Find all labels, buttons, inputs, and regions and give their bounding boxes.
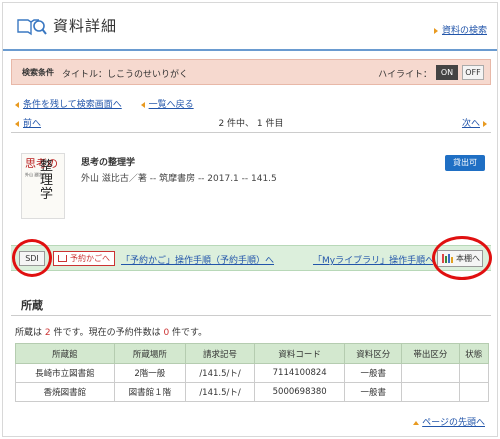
table-cell: 2階一般 xyxy=(113,363,186,383)
triangle-left-icon xyxy=(15,101,19,108)
summary-prefix: 所蔵は xyxy=(15,328,45,338)
record-title: 思考の整理学 xyxy=(81,158,136,168)
table-cell xyxy=(401,363,460,383)
column-header: 資料コード xyxy=(254,343,346,364)
sdi-highlight-circle xyxy=(12,239,52,277)
add-to-cart-button[interactable]: 予約かごへ xyxy=(53,251,115,266)
table-cell: 7114100824 xyxy=(254,363,346,383)
cart-icon xyxy=(58,255,67,262)
column-header: 所蔵場所 xyxy=(113,343,186,364)
summary-suffix: 件です。 xyxy=(169,328,208,338)
shelf-highlight-circle xyxy=(432,236,492,280)
result-count: 2 件中、 1 件目 xyxy=(218,119,284,129)
action-bar: SDI 予約かごへ 「予約かご」操作手順（予約手順）へ 「Myライブラリ」操作手… xyxy=(11,245,491,271)
table-cell xyxy=(458,363,490,383)
search-link[interactable]: 資料の検索 xyxy=(433,23,487,36)
cover-author-text: 外山 滋比古 xyxy=(25,172,47,177)
table-cell: /141.5/ト/ xyxy=(184,363,256,383)
column-header: 帯出区分 xyxy=(401,343,460,364)
keep-condition-label: 条件を残して検索画面へ xyxy=(23,100,122,110)
table-cell: 一般書 xyxy=(344,382,403,402)
back-to-list-label: 一覧へ戻る xyxy=(148,100,194,110)
table-cell: /141.5/ト/ xyxy=(184,382,256,402)
next-link[interactable]: 次へ xyxy=(462,116,487,129)
page-frame: 資料詳細 資料の検索 検索条件 タイトル：しこうのせいりがく ハイライト： ON… xyxy=(2,2,498,437)
table-row: 香焼図書館 図書館１階 /141.5/ト/ 5000698380 一般書 xyxy=(15,382,490,402)
highlight-off-button[interactable]: OFF xyxy=(462,65,484,80)
triangle-right-icon xyxy=(433,27,438,34)
page-title: 資料詳細 xyxy=(53,17,118,35)
table-cell: 香焼図書館 xyxy=(15,382,115,402)
page-top-label: ページの先頭へ xyxy=(422,418,485,428)
summary-mid: 件です。現在の予約件数は xyxy=(50,328,164,338)
search-condition-bar: 検索条件 タイトル：しこうのせいりがく ハイライト： ON OFF xyxy=(11,59,491,85)
triangle-right-icon xyxy=(483,120,487,127)
table-cell: 一般書 xyxy=(344,363,403,383)
back-to-list-link[interactable]: 一覧へ戻る xyxy=(140,100,194,110)
condition-text: タイトル：しこうのせいりがく xyxy=(62,70,189,80)
column-header: 所蔵館 xyxy=(15,343,115,364)
book-search-icon xyxy=(17,16,47,36)
cart-label: 予約かごへ xyxy=(70,254,110,263)
table-cell: 図書館１階 xyxy=(113,382,186,402)
holdings-summary: 所蔵は 2 件です。現在の予約件数は 0 件です。 xyxy=(15,325,207,338)
page-top-link[interactable]: ページの先頭へ xyxy=(413,415,485,428)
mylibrary-manual-link[interactable]: 「Myライブラリ」操作手順へ xyxy=(313,253,433,266)
nav-links: 条件を残して検索画面へ 一覧へ戻る xyxy=(15,97,210,110)
triangle-left-icon xyxy=(140,101,145,108)
record-meta: 外山 滋比古／著 -- 筑摩書房 -- 2017.1 -- 141.5 xyxy=(81,174,277,184)
next-label: 次へ xyxy=(461,119,480,129)
page-header: 資料詳細 資料の検索 xyxy=(3,3,497,51)
availability-badge: 貸出可 xyxy=(445,155,485,171)
record: 思考の 整理学 外山 滋比古 思考の整理学 外山 滋比古／著 -- 筑摩書房 -… xyxy=(11,143,491,239)
pager: 前へ 2 件中、 1 件目 次へ xyxy=(11,111,491,133)
holdings-title: 所蔵 xyxy=(21,299,43,312)
column-header: 状態 xyxy=(458,343,490,364)
book-cover-image: 思考の 整理学 外山 滋比古 xyxy=(21,153,65,219)
table-row: 長崎市立図書館 2階一般 /141.5/ト/ 7114100824 一般書 xyxy=(15,363,490,383)
column-header: 請求記号 xyxy=(184,343,256,364)
title-wrap: 資料詳細 xyxy=(17,15,117,36)
table-cell xyxy=(401,382,460,402)
holdings-divider xyxy=(11,315,491,316)
search-link-label: 資料の検索 xyxy=(441,26,487,36)
table-cell xyxy=(458,382,490,402)
cart-manual-link[interactable]: 「予約かご」操作手順（予約手順）へ xyxy=(121,253,274,266)
holdings-header-row: 所蔵館 所蔵場所 請求記号 資料コード 資料区分 帯出区分 状態 xyxy=(15,343,490,364)
highlight-on-button[interactable]: ON xyxy=(436,65,458,80)
table-cell: 5000698380 xyxy=(254,382,346,402)
holdings-table: 所蔵館 所蔵場所 請求記号 資料コード 資料区分 帯出区分 状態 長崎市立図書館… xyxy=(15,343,490,402)
condition-label: 検索条件 xyxy=(22,68,54,77)
keep-condition-link[interactable]: 条件を残して検索画面へ xyxy=(15,100,122,110)
highlight-label: ハイライト： xyxy=(378,70,432,80)
table-cell: 長崎市立図書館 xyxy=(15,363,115,383)
cover-title-text: 整理学 xyxy=(40,159,54,202)
column-header: 資料区分 xyxy=(344,343,403,364)
triangle-up-icon xyxy=(413,420,420,425)
